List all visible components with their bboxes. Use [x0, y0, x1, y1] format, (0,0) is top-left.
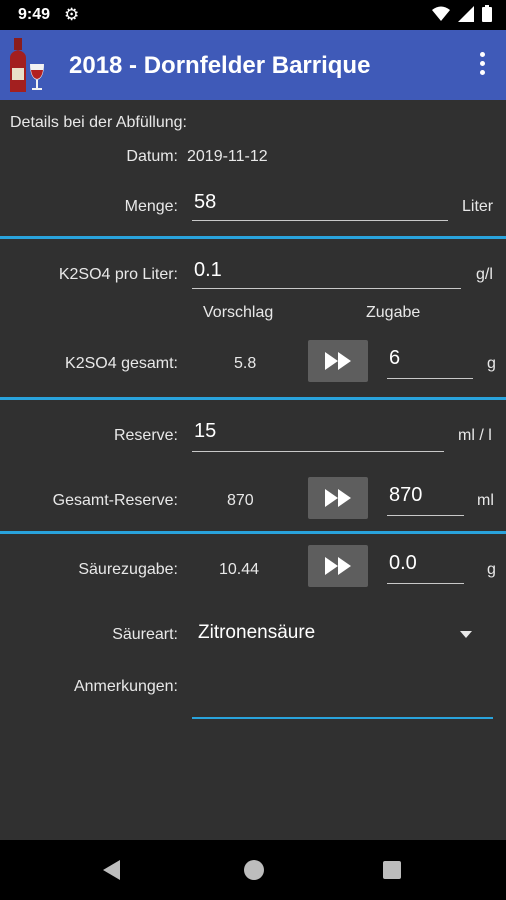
gear-icon: ⚙ — [64, 5, 80, 24]
k2so4-gesamt-input[interactable]: 6 — [387, 347, 473, 379]
apply-reserve-button[interactable] — [308, 477, 368, 519]
column-header-vorschlag: Vorschlag — [203, 304, 274, 321]
k2so4-per-liter-input[interactable]: 0.1 — [192, 259, 461, 289]
app-title: 2018 - Dornfelder Barrique — [69, 52, 371, 79]
reserve-label: Reserve: — [113, 427, 178, 444]
gesamt-reserve-label: Gesamt-Reserve: — [52, 492, 178, 509]
status-time: 9:49 — [18, 6, 51, 23]
apply-saeure-button[interactable] — [308, 545, 368, 587]
apply-k2so4-button[interactable] — [308, 340, 368, 382]
signal-icon — [458, 5, 474, 22]
datum-label: Datum: — [126, 148, 178, 165]
reserve-unit: ml / l — [458, 427, 492, 444]
gesamt-reserve-unit: ml — [477, 492, 494, 509]
k2so4-per-liter-label: K2SO4 pro Liter: — [58, 266, 178, 283]
menge-input[interactable]: 58 — [192, 191, 448, 221]
app-bar: 2018 - Dornfelder Barrique — [0, 30, 506, 100]
section-heading: Details bei der Abfüllung: — [10, 114, 187, 131]
section-divider — [0, 397, 506, 400]
section-divider — [0, 236, 506, 239]
form-content: Details bei der Abfüllung: Datum: 2019-1… — [0, 100, 506, 840]
saeureart-label: Säureart: — [112, 626, 178, 643]
recents-icon[interactable] — [383, 861, 401, 879]
gesamt-reserve-input[interactable]: 870 — [387, 484, 464, 516]
datum-value: 2019-11-12 — [187, 148, 268, 165]
anmerkungen-label: Anmerkungen: — [73, 678, 178, 695]
dropdown-arrow-icon — [460, 631, 472, 638]
anmerkungen-underline — [192, 717, 493, 719]
fast-forward-icon — [325, 557, 351, 575]
wine-bottle-glass-icon — [10, 38, 44, 92]
gesamt-reserve-suggestion: 870 — [227, 492, 254, 509]
saeureart-selected-value: Zitronensäure — [198, 622, 316, 643]
k2so4-gesamt-suggestion: 5.8 — [234, 355, 257, 372]
saeurezugabe-suggestion: 10.44 — [219, 561, 260, 578]
reserve-input[interactable]: 15 — [192, 420, 444, 452]
saeurezugabe-input[interactable]: 0.0 — [387, 552, 464, 584]
k2so4-gesamt-label: K2SO4 gesamt: — [65, 355, 178, 372]
status-bar: 9:49 ⚙ — [0, 0, 506, 30]
fast-forward-icon — [325, 352, 351, 370]
saeurezugabe-label: Säurezugabe: — [78, 561, 178, 578]
wifi-icon — [432, 6, 450, 21]
overflow-menu-icon[interactable] — [478, 52, 486, 78]
menge-unit: Liter — [462, 198, 494, 215]
home-icon[interactable] — [244, 860, 264, 880]
saeurezugabe-unit: g — [487, 561, 496, 578]
fast-forward-icon — [325, 489, 351, 507]
k2so4-per-liter-unit: g/l — [476, 266, 493, 283]
column-header-zugabe: Zugabe — [366, 304, 421, 321]
anmerkungen-input[interactable] — [192, 670, 493, 718]
section-divider — [0, 531, 506, 534]
back-icon[interactable] — [103, 860, 120, 880]
status-icons — [432, 5, 492, 22]
k2so4-gesamt-unit: g — [487, 355, 496, 372]
saeureart-dropdown[interactable]: Zitronensäure — [192, 618, 482, 652]
menge-label: Menge: — [124, 198, 178, 215]
system-nav-bar — [0, 840, 506, 900]
battery-icon — [482, 5, 492, 22]
